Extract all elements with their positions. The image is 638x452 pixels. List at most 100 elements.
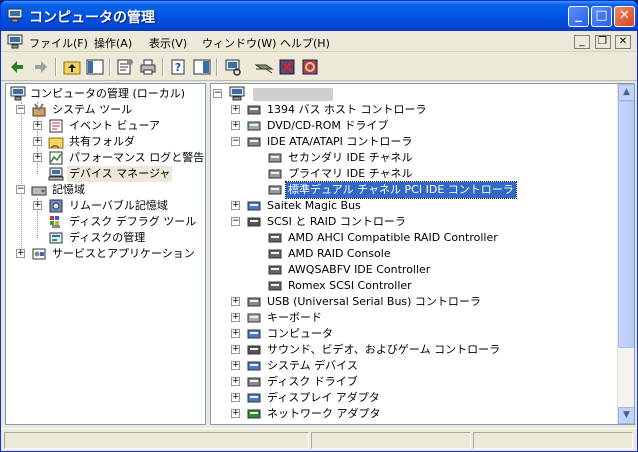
collapse-toggle[interactable]: − (231, 137, 240, 146)
services-apps-icon (32, 248, 46, 260)
tree-label: パフォーマンス ログと警告 (69, 151, 205, 164)
minimize-button[interactable]: _ (568, 6, 589, 27)
device-icon (247, 297, 261, 307)
expand-toggle[interactable]: + (33, 121, 42, 130)
device-label: コンピュータ (267, 327, 333, 340)
expand-toggle[interactable]: + (33, 201, 42, 210)
device-label: IDE ATA/ATAPI コントローラ (267, 135, 413, 148)
svg-text:?: ? (175, 61, 181, 74)
mdi-close-button[interactable]: ✕ (615, 35, 631, 49)
help-icon[interactable]: ? (169, 57, 189, 77)
device-label: ディスク ドライブ (267, 375, 358, 388)
maximize-button[interactable]: □ (591, 6, 612, 27)
device-icon (268, 249, 282, 259)
device-label: 1394 バス ホスト コントローラ (267, 103, 427, 116)
device-icon (247, 121, 261, 131)
event-viewer-icon (49, 119, 63, 133)
system-tools-icon (32, 103, 46, 117)
mdi-minimize-button[interactable]: _ (574, 35, 590, 49)
expand-toggle[interactable]: + (231, 409, 240, 418)
menu-action[interactable]: 操作(A) (94, 35, 132, 51)
removable-storage-icon (49, 199, 63, 213)
performance-logs-icon (49, 151, 63, 165)
device-icon (247, 217, 261, 227)
expand-toggle[interactable]: + (231, 297, 240, 306)
expand-toggle[interactable]: + (231, 105, 240, 114)
device-icon (247, 409, 261, 419)
expand-toggle[interactable]: + (16, 249, 25, 258)
close-button[interactable]: ✕ (614, 6, 635, 27)
title-bar[interactable]: コンピュータの管理 _ □ ✕ (1, 1, 637, 31)
device-label: セカンダリ IDE チャネル (288, 151, 413, 164)
device-tree-pane[interactable]: − +1394 バス ホスト コントローラ + DVD/CD-ROM ドライブ − ID… (210, 83, 635, 425)
forward-arrow-icon[interactable] (31, 57, 51, 77)
status-cell (311, 432, 471, 449)
device-icon (268, 281, 282, 291)
collapse-toggle[interactable]: − (231, 217, 240, 226)
device-label: Saitek Magic Bus (267, 199, 361, 212)
device-label: サウンド、ビデオ、およびゲーム コントローラ (267, 343, 501, 356)
computer-icon (229, 86, 245, 101)
scroll-up-button[interactable]: ▲ (618, 84, 634, 101)
menu-bar: ファイル(F) 操作(A) 表示(V) ウィンドウ(W) ヘルプ(H) _ ❐ … (1, 31, 637, 52)
device-icon (268, 233, 282, 243)
scan-hardware-icon[interactable] (223, 57, 243, 77)
expand-toggle[interactable]: + (231, 345, 240, 354)
menu-view[interactable]: 表示(V) (149, 35, 187, 51)
disable-device-icon[interactable] (277, 57, 297, 77)
status-cell (473, 432, 633, 449)
toolbar-separator (162, 58, 164, 76)
console-tree-icon[interactable] (192, 57, 212, 77)
device-icon (247, 137, 261, 147)
print-icon[interactable] (138, 57, 158, 77)
expand-toggle[interactable]: + (33, 153, 42, 162)
device-label: ディスプレイ アダプタ (267, 391, 380, 404)
device-label: ネットワーク アダプタ (267, 407, 381, 420)
expand-toggle[interactable]: + (231, 361, 240, 370)
back-arrow-icon[interactable] (7, 57, 27, 77)
window-title: コンピュータの管理 (29, 10, 155, 26)
device-label: SCSI と RAID コントローラ (267, 215, 406, 228)
menu-file[interactable]: ファイル(F) (29, 35, 88, 51)
mdi-restore-button[interactable]: ❐ (594, 35, 611, 49)
device-label: AWQSABFV IDE Controller (288, 263, 431, 276)
uninstall-device-icon[interactable] (300, 57, 320, 77)
collapse-toggle[interactable]: − (213, 89, 222, 98)
scroll-down-button[interactable]: ▼ (618, 407, 634, 424)
console-tree-pane[interactable]: コンピュータの管理 (ローカル) − システム ツール + イベント ビューア … (5, 83, 206, 425)
device-label: 標準デュアル チャネル PCI IDE コントローラ (285, 181, 517, 199)
device-icon (247, 377, 261, 387)
system-menu-icon[interactable] (7, 34, 23, 49)
show-hide-tree-icon[interactable] (85, 57, 105, 77)
device-icon (247, 361, 261, 371)
expand-toggle[interactable]: + (231, 393, 240, 402)
device-icon (268, 169, 282, 179)
device-label: USB (Universal Serial Bus) コントローラ (267, 295, 481, 308)
toolbar-separator (109, 58, 111, 76)
vertical-scrollbar[interactable]: ▲ ▼ (617, 84, 634, 424)
expand-toggle[interactable]: + (231, 313, 240, 322)
expand-toggle[interactable]: + (231, 329, 240, 338)
device-icon (247, 105, 261, 115)
redacted-computer-name (253, 88, 333, 101)
collapse-toggle[interactable]: − (16, 105, 25, 114)
shared-folder-icon (48, 137, 64, 149)
device-label: Romex SCSI Controller (288, 279, 412, 292)
expand-toggle[interactable]: + (33, 137, 42, 146)
menu-help[interactable]: ヘルプ(H) (280, 35, 330, 51)
update-driver-icon[interactable] (254, 57, 274, 77)
computer-management-icon (10, 86, 26, 101)
scroll-thumb[interactable] (618, 101, 634, 348)
tree-label: 記憶域 (52, 183, 85, 196)
expand-toggle[interactable]: + (231, 121, 240, 130)
tree-label: システム ツール (52, 103, 133, 116)
up-folder-icon[interactable] (62, 57, 82, 77)
menu-window[interactable]: ウィンドウ(W) (202, 35, 276, 51)
tree-guide (21, 102, 22, 256)
collapse-toggle[interactable]: − (16, 185, 25, 194)
app-window: コンピュータの管理 _ □ ✕ ファイル(F) 操作(A) 表示(V) ウィンド… (0, 0, 638, 452)
expand-toggle[interactable]: + (231, 201, 240, 210)
tree-label: ディスクの管理 (69, 231, 146, 244)
expand-toggle[interactable]: + (231, 377, 240, 386)
properties-icon[interactable] (115, 57, 135, 77)
